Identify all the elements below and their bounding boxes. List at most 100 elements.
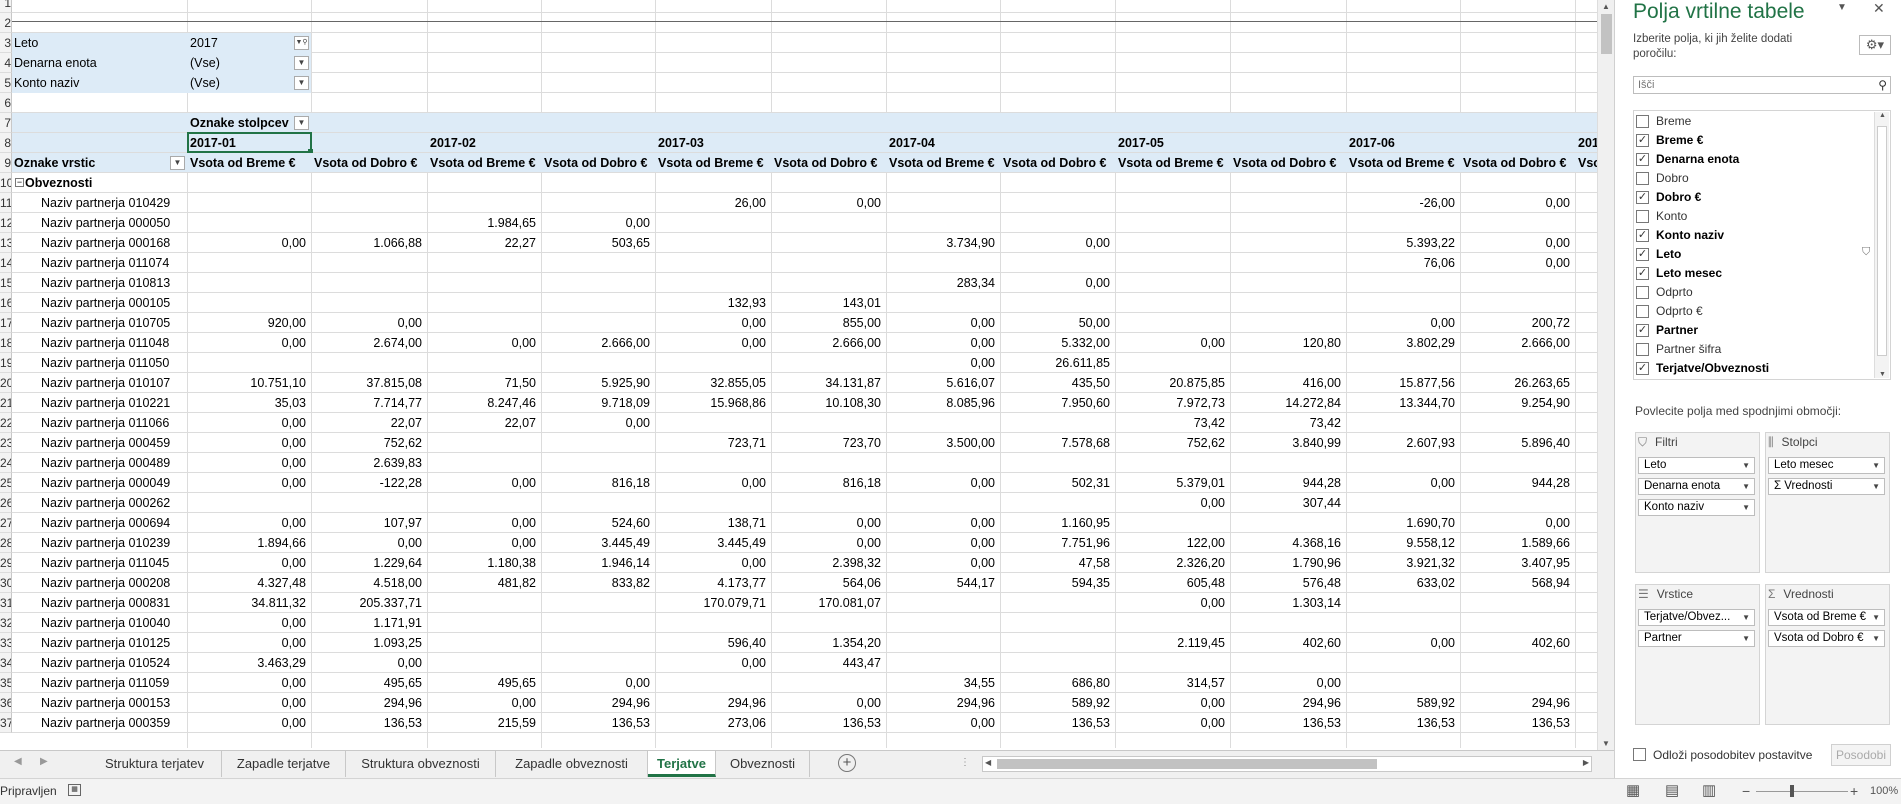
value-cell[interactable]: 0,00	[1000, 233, 1115, 253]
value-cell[interactable]: 0,00	[886, 353, 1000, 373]
field-label[interactable]: Leto mesec	[1656, 265, 1722, 282]
field-checkbox[interactable]: ✓	[1636, 267, 1649, 280]
value-cell[interactable]	[655, 413, 771, 433]
field-list-scrollbar[interactable]: ▲ ▼	[1874, 112, 1889, 378]
value-cell[interactable]	[541, 653, 655, 673]
value-cell[interactable]: 0,00	[886, 713, 1000, 733]
value-cell[interactable]	[655, 453, 771, 473]
value-cell[interactable]: 136,53	[771, 713, 886, 733]
value-cell[interactable]	[1346, 613, 1460, 633]
value-cell[interactable]: 0,00	[187, 333, 311, 353]
value-cell[interactable]: 4.518,00	[311, 573, 427, 593]
partner-row-label[interactable]: Naziv partnerja 000262	[12, 493, 187, 513]
field-label[interactable]: Breme €	[1656, 132, 1703, 149]
dropdown-icon[interactable]: ▼	[294, 76, 309, 90]
value-cell[interactable]	[541, 633, 655, 653]
month-header[interactable]: 2017-04	[886, 133, 1120, 153]
value-cell[interactable]	[311, 273, 427, 293]
value-cell[interactable]: 2.674,00	[311, 333, 427, 353]
month-header[interactable]: 2017-05	[1115, 133, 1350, 153]
value-cell[interactable]: 10.751,10	[187, 373, 311, 393]
value-cell[interactable]: 1.690,70	[1346, 513, 1460, 533]
value-cell[interactable]: 1.066,88	[311, 233, 427, 253]
value-cell[interactable]: -26,00	[1346, 193, 1460, 213]
value-cell[interactable]: 1.354,20	[771, 633, 886, 653]
zone-values[interactable]	[1765, 584, 1890, 725]
value-cell[interactable]	[1000, 293, 1115, 313]
value-cell[interactable]	[886, 493, 1000, 513]
field-scroll-down-icon[interactable]: ▼	[1879, 371, 1886, 378]
value-cell[interactable]: 0,00	[1346, 473, 1460, 493]
row-number[interactable]: 35	[0, 673, 12, 693]
field-checkbox[interactable]	[1636, 343, 1649, 356]
value-cell[interactable]: 1.894,66	[187, 533, 311, 553]
filter-label[interactable]: Konto naziv	[12, 73, 187, 93]
value-cell[interactable]: 576,48	[1230, 573, 1346, 593]
value-cell[interactable]	[1346, 293, 1460, 313]
value-cell[interactable]: 435,50	[1000, 373, 1115, 393]
value-cell[interactable]	[187, 213, 311, 233]
value-header[interactable]: Vsota od Dobro €	[541, 153, 655, 173]
value-cell[interactable]	[1346, 353, 1460, 373]
value-cell[interactable]	[1000, 493, 1115, 513]
value-cell[interactable]	[187, 253, 311, 273]
value-cell[interactable]	[1000, 193, 1115, 213]
value-cell[interactable]: 294,96	[311, 693, 427, 713]
value-cell[interactable]: 15.877,56	[1346, 373, 1460, 393]
value-cell[interactable]: 10.108,30	[771, 393, 886, 413]
value-cell[interactable]: 22,07	[311, 413, 427, 433]
partner-row-label[interactable]: Naziv partnerja 011050	[12, 353, 187, 373]
value-cell[interactable]	[886, 293, 1000, 313]
value-cell[interactable]: 0,00	[427, 333, 541, 353]
row-number[interactable]: 36	[0, 693, 12, 713]
value-cell[interactable]	[771, 353, 886, 373]
sheet-tab[interactable]: Obveznosti	[716, 751, 810, 777]
value-cell[interactable]: 136,53	[1460, 713, 1575, 733]
value-cell[interactable]: 5.393,22	[1346, 233, 1460, 253]
zoom-slider[interactable]	[1756, 791, 1848, 792]
value-cell[interactable]: 71,50	[427, 373, 541, 393]
value-cell[interactable]: 8.085,96	[886, 393, 1000, 413]
field-label[interactable]: Konto	[1656, 208, 1687, 225]
row-number[interactable]: 28	[0, 533, 12, 553]
row-number[interactable]: 32	[0, 613, 12, 633]
zone-rows-field[interactable]: Partner ▼	[1638, 630, 1755, 647]
value-cell[interactable]: 34,55	[886, 673, 1000, 693]
value-cell[interactable]: 132,93	[655, 293, 771, 313]
value-cell[interactable]: 0,00	[427, 513, 541, 533]
field-checkbox[interactable]	[1636, 172, 1649, 185]
value-cell[interactable]: 32.855,05	[655, 373, 771, 393]
field-label[interactable]: Partner	[1656, 322, 1698, 339]
row-number[interactable]: 31	[0, 593, 12, 613]
value-cell[interactable]	[541, 593, 655, 613]
value-cell[interactable]: 0,00	[1460, 193, 1575, 213]
value-cell[interactable]: 0,00	[886, 533, 1000, 553]
value-header[interactable]: Vsota od Breme €	[886, 153, 1000, 173]
value-cell[interactable]: 107,97	[311, 513, 427, 533]
row-number[interactable]: 25	[0, 473, 12, 493]
partner-row-label[interactable]: Naziv partnerja 010107	[12, 373, 187, 393]
value-cell[interactable]	[1230, 613, 1346, 633]
value-cell[interactable]: 0,00	[771, 693, 886, 713]
pivot-grid[interactable]: 1 2 3 Leto 2017 ▼⚲ 4 Denarna enota (Vse) ▼ 5 Konto …	[0, 0, 1597, 748]
value-header[interactable]: Vsota od Breme €	[427, 153, 541, 173]
row-number[interactable]: 5	[0, 73, 12, 93]
value-cell[interactable]	[311, 193, 427, 213]
scroll-down-icon[interactable]: ▼	[1602, 739, 1610, 748]
value-cell[interactable]: 1.093,25	[311, 633, 427, 653]
value-cell[interactable]	[1000, 633, 1115, 653]
field-checkbox[interactable]	[1636, 286, 1649, 299]
zone-columns[interactable]	[1765, 432, 1890, 573]
value-cell[interactable]: 15.968,86	[655, 393, 771, 413]
partner-row-label[interactable]: Naziv partnerja 000049	[12, 473, 187, 493]
value-cell[interactable]: 0,00	[771, 533, 886, 553]
value-cell[interactable]: 0,00	[187, 693, 311, 713]
partner-row-label[interactable]: Naziv partnerja 010705	[12, 313, 187, 333]
value-cell[interactable]	[886, 213, 1000, 233]
zoom-in-icon[interactable]: +	[1850, 779, 1858, 803]
dropdown-icon[interactable]: ▼	[294, 56, 309, 70]
row-number[interactable]: 18	[0, 333, 12, 353]
value-cell[interactable]: 0,00	[886, 553, 1000, 573]
value-cell[interactable]	[541, 293, 655, 313]
tab-scroll-left-icon[interactable]: ◀	[14, 756, 22, 767]
